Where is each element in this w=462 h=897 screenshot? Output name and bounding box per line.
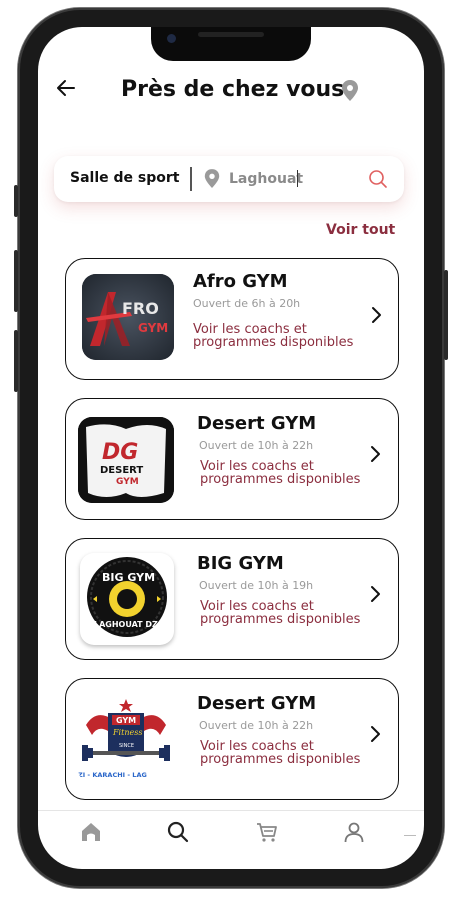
nav-home[interactable] xyxy=(79,820,103,848)
gym-card[interactable]: GYM Fitness SINCE ZI - KARACHI - LAG Des… xyxy=(65,678,399,800)
text-caret xyxy=(297,170,298,187)
gym-hours: Ouvert de 6h à 20h xyxy=(193,297,301,310)
gym-hours: Ouvert de 10h à 22h xyxy=(199,439,314,452)
coaches-link[interactable]: Voir les coachs et programmes disponible… xyxy=(200,460,375,486)
page-title: Près de chez vous xyxy=(121,77,345,102)
phone-volume-down xyxy=(14,330,18,392)
logo-text: GYM xyxy=(116,477,139,487)
gym-name: Desert GYM xyxy=(197,693,317,714)
gym-logo: BIG GYM LAGHOUAT DZ xyxy=(80,553,174,645)
logo-text: LAGHOUAT DZ xyxy=(94,620,158,629)
logo-text: GYM xyxy=(116,716,136,725)
cart-icon xyxy=(257,823,277,842)
scroll-indicator xyxy=(404,835,416,836)
logo-text: BIG GYM xyxy=(102,571,155,584)
gym-hours: Ouvert de 10h à 22h xyxy=(199,719,314,732)
logo-text: SINCE xyxy=(119,743,134,749)
nav-search[interactable] xyxy=(166,820,190,848)
camera xyxy=(167,34,176,43)
coaches-link[interactable]: Voir les coachs et programmes disponible… xyxy=(200,740,375,766)
logo-text: GYM xyxy=(138,321,168,335)
nav-profile[interactable] xyxy=(342,820,366,848)
chevron-right-icon xyxy=(370,585,382,607)
user-icon xyxy=(344,822,364,843)
logo-text: FRO xyxy=(122,299,159,318)
gym-card[interactable]: FRO GYM Afro GYM Ouvert de 6h à 20h Voir… xyxy=(65,258,399,380)
category-selector[interactable]: Salle de sport xyxy=(70,170,179,186)
search-bar: Salle de sport xyxy=(54,156,404,202)
gym-logo: GYM Fitness SINCE ZI - KARACHI - LAG xyxy=(78,695,174,783)
see-all-link[interactable]: Voir tout xyxy=(326,222,395,238)
logo-text: Fitness xyxy=(112,728,142,737)
search-icon xyxy=(167,821,189,843)
chevron-right-icon xyxy=(370,445,382,467)
search-icon[interactable] xyxy=(368,169,388,193)
logo-text: ZI - KARACHI - LAG xyxy=(78,771,147,779)
phone-side-button xyxy=(14,185,18,217)
gym-name: Desert GYM xyxy=(197,413,317,434)
notch xyxy=(151,27,311,61)
logo-text: DESERT xyxy=(100,465,143,476)
coaches-link[interactable]: Voir les coachs et programmes disponible… xyxy=(200,600,375,626)
nav-cart[interactable] xyxy=(255,820,279,848)
home-icon xyxy=(82,823,100,841)
phone-volume-up xyxy=(14,250,18,312)
gym-logo: DG DESERT GYM xyxy=(78,417,174,503)
phone-power-button xyxy=(444,270,448,360)
gym-hours: Ouvert de 10h à 19h xyxy=(199,579,314,592)
arrow-left-icon xyxy=(57,80,75,96)
search-divider xyxy=(190,167,192,191)
gym-name: Afro GYM xyxy=(193,271,288,292)
chevron-right-icon xyxy=(371,306,383,328)
chevron-right-icon xyxy=(370,725,382,747)
gym-card[interactable]: DG DESERT GYM Desert GYM Ouvert de 10h à… xyxy=(65,398,399,520)
nav-divider xyxy=(38,810,424,811)
gym-card[interactable]: BIG GYM LAGHOUAT DZ BIG GYM Ouvert de 10… xyxy=(65,538,399,660)
gym-logo: FRO GYM xyxy=(82,274,174,360)
map-pin-icon xyxy=(340,79,360,107)
gym-name: BIG GYM xyxy=(197,553,284,574)
speaker xyxy=(198,32,264,37)
location-input[interactable] xyxy=(229,168,329,190)
location-pin-icon xyxy=(203,168,221,194)
back-button[interactable] xyxy=(56,78,76,98)
coaches-link[interactable]: Voir les coachs et programmes disponible… xyxy=(193,323,368,349)
logo-text: DG xyxy=(102,440,138,465)
